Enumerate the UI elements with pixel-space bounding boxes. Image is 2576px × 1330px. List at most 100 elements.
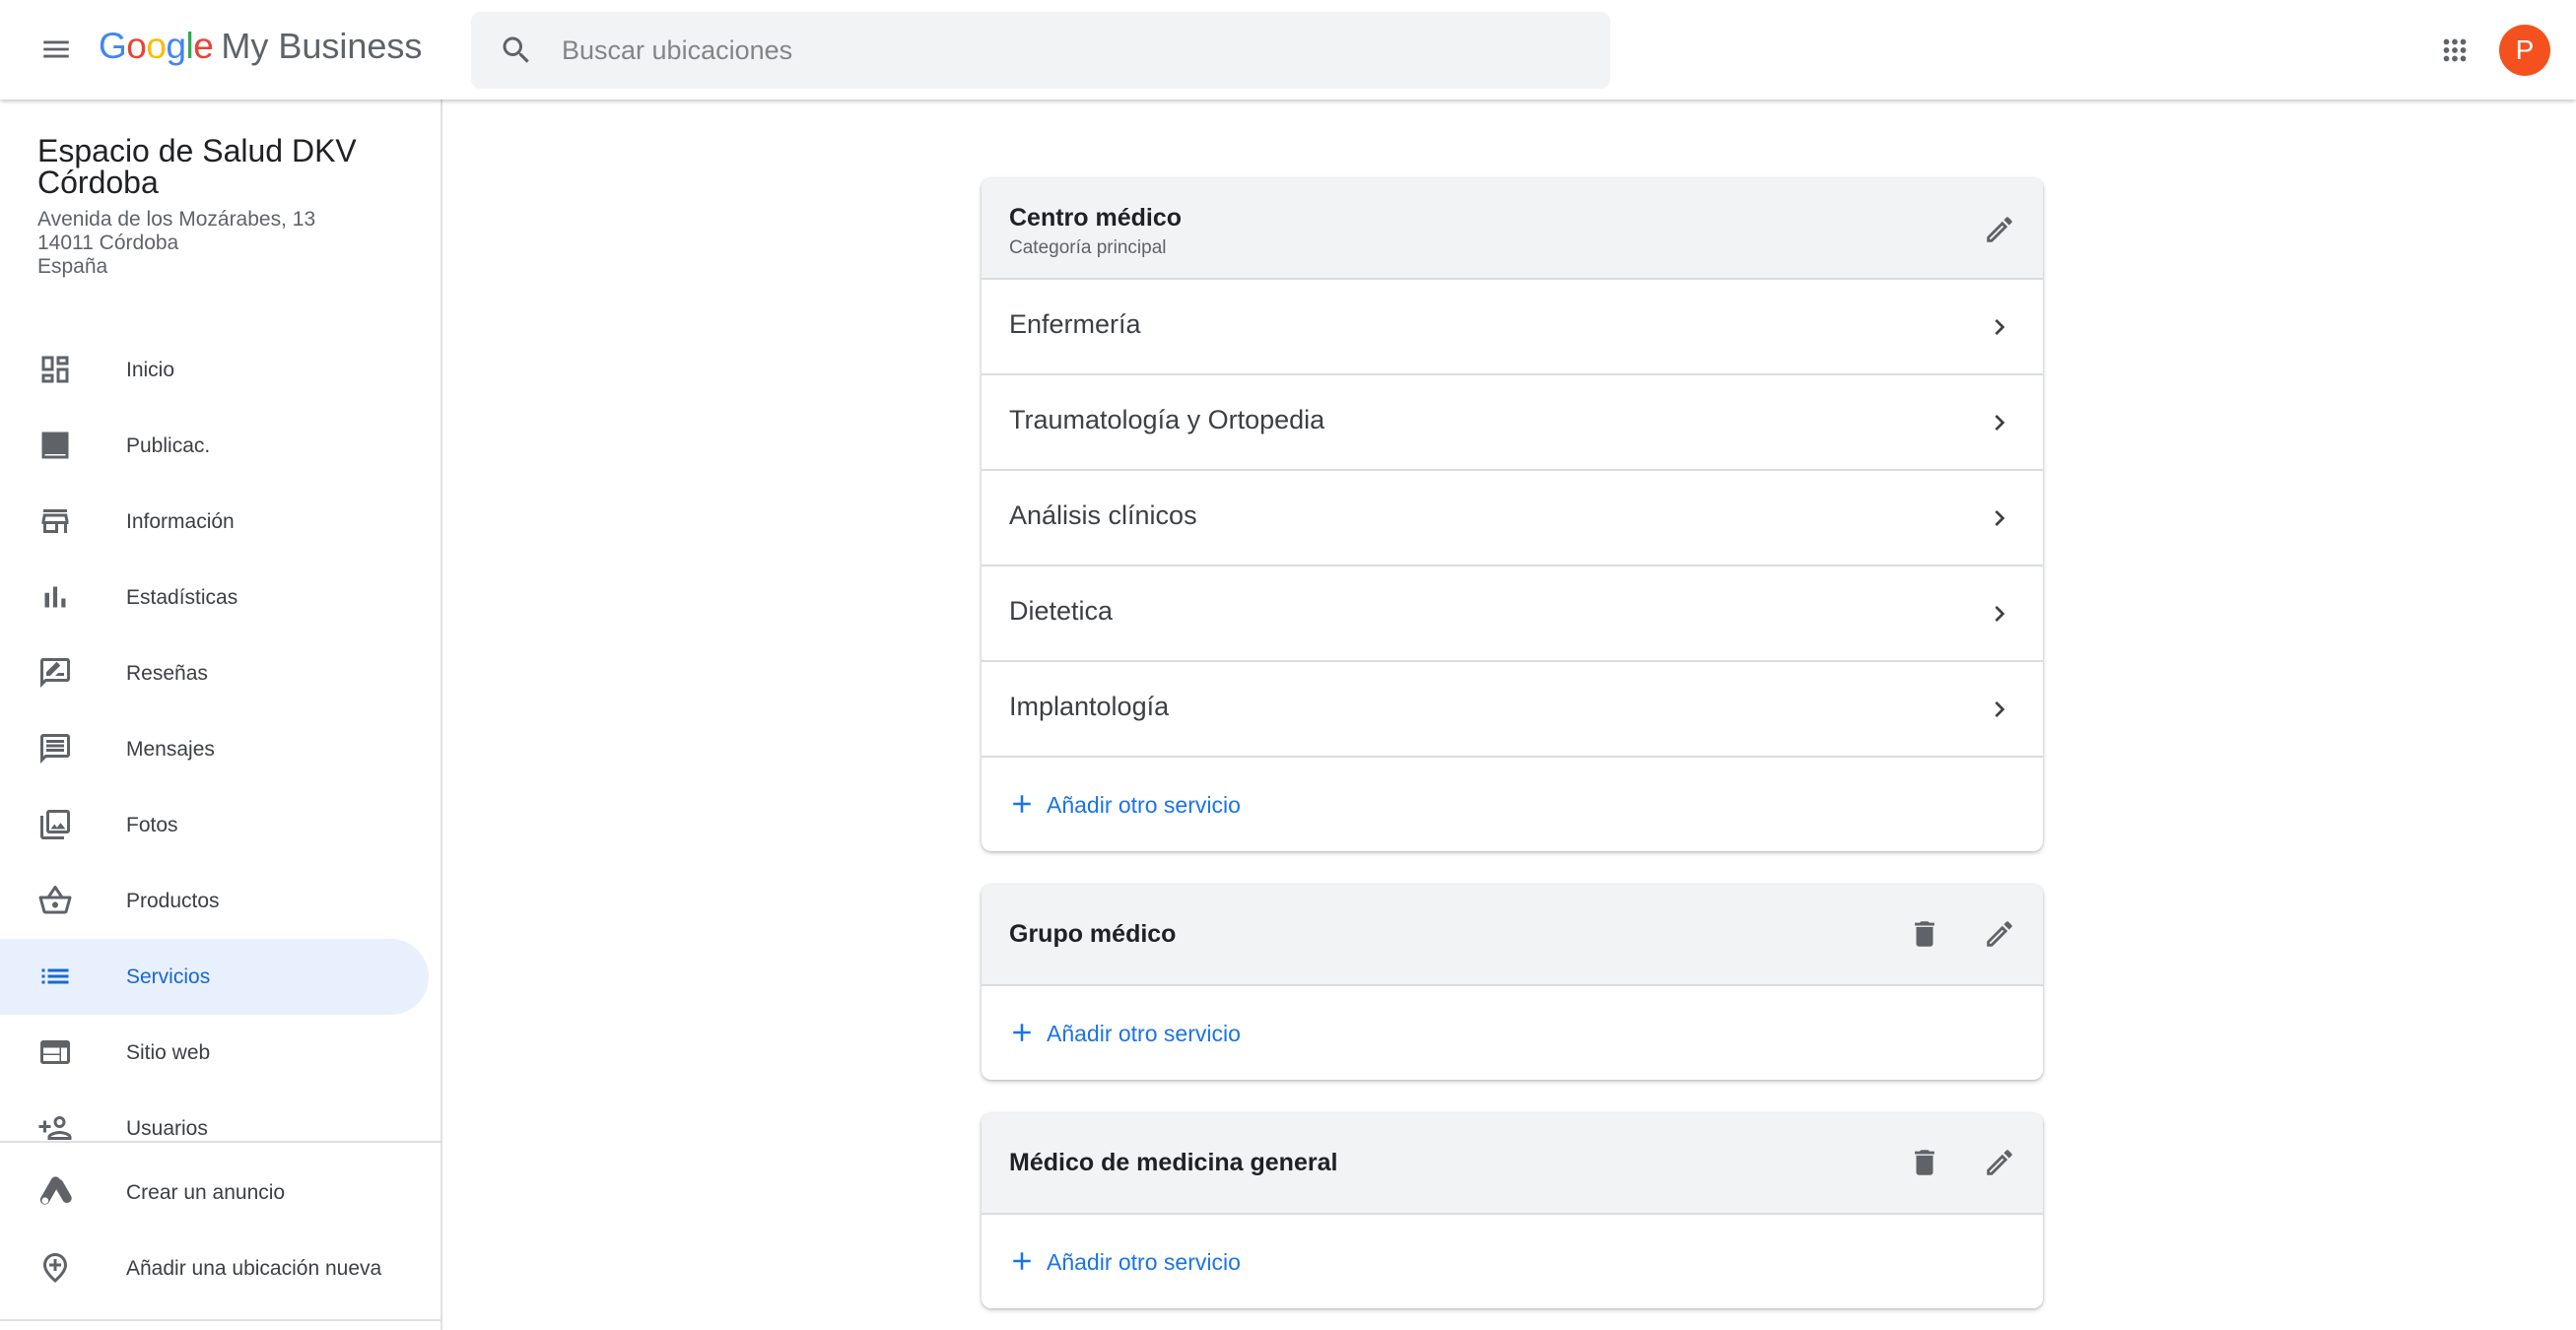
sidebar-item-label: Información [126,509,235,533]
sidebar-item-label: Sitio web [126,1040,211,1064]
category-header: Grupo médico [982,885,2043,986]
chevron-right-icon [1995,701,2005,717]
sidebar-item-label: Fotos [126,813,178,836]
chevron-right-icon [1995,415,2005,431]
edit-category-button[interactable] [1978,208,2021,251]
plus-icon [1013,1024,1031,1041]
main-content: Centro médico Categoría principal Enferm… [444,100,2576,1330]
message-icon [40,734,70,764]
sidebar-item-label: Crear un anuncio [126,1180,286,1204]
sidebar-item-informacion[interactable]: Información [0,484,429,560]
account-avatar[interactable]: P [2499,25,2550,76]
sidebar-item-anadir-ubicacion[interactable]: Añadir una ubicación nueva [0,1230,429,1306]
add-service-label: Añadir otro servicio [1047,1249,1241,1275]
search-bar [471,12,1610,89]
sidebar-item-label: Reseñas [126,661,208,685]
category-title: Centro médico [1009,204,1183,232]
google-wordmark: Google [99,26,214,66]
chevron-right-icon [1995,319,2005,335]
top-app-bar: Google My Business P [0,0,2576,100]
add-service-button[interactable]: Añadir otro servicio [982,1215,2043,1308]
sidebar-item-sitio-web[interactable]: Sitio web [0,1015,429,1091]
service-row[interactable]: Traumatología y Ortopedia [982,375,2043,471]
category-card-grupo-medico: Grupo médico Añadir otro servicio [982,885,2043,1080]
business-name: Espacio de Salud DKV Córdoba [37,133,357,200]
plus-icon [1013,795,1031,813]
delete-category-button[interactable] [1903,912,1946,956]
basket-icon [38,885,72,914]
trash-icon [1915,921,1934,947]
service-label: Dietetica [1009,596,1114,626]
sidebar-item-label: Añadir una ubicación nueva [126,1256,382,1280]
category-title: Grupo médico [1009,920,1177,948]
product-name: My Business [221,26,423,66]
service-label: Análisis clínicos [1009,500,1197,530]
chevron-right-icon [1995,510,2005,526]
main-menu-button[interactable] [30,23,83,76]
search-icon[interactable] [499,33,534,68]
sidebar: Espacio de Salud DKV Córdoba Avenida de … [0,100,442,1330]
search-input[interactable] [562,12,1587,89]
sidebar-divider [0,1319,442,1321]
sidebar-secondary-nav: Crear un anuncio Añadir una ubicación nu… [0,1155,442,1306]
sidebar-divider [0,1141,442,1143]
category-card-centro-medico: Centro médico Categoría principal Enferm… [982,178,2043,851]
sidebar-item-label: Servicios [126,964,211,988]
service-row[interactable]: Implantología [982,662,2043,758]
add-service-label: Añadir otro servicio [1047,792,1241,818]
sidebar-item-label: Usuarios [126,1116,208,1140]
sidebar-item-inicio[interactable]: Inicio [0,332,429,408]
service-row[interactable]: Enfermería [982,280,2043,375]
sidebar-item-label: Estadísticas [126,585,238,609]
sidebar-item-mensajes[interactable]: Mensajes [0,711,429,787]
plus-icon [1013,1252,1031,1270]
business-address: Avenida de los Mozárabes, 13 14011 Córdo… [37,208,315,279]
sidebar-item-servicios[interactable]: Servicios [0,939,429,1015]
address-line: España [37,255,108,278]
web-icon [40,1040,70,1064]
address-line: Avenida de los Mozárabes, 13 [37,208,316,231]
google-ads-icon [39,1176,72,1205]
storefront-icon [41,509,69,533]
service-label: Implantología [1009,692,1170,721]
google-apps-button[interactable] [2430,26,2479,75]
google-my-business-logo[interactable]: Google My Business [99,26,422,75]
sidebar-item-label: Publicac. [126,433,211,457]
edit-pencil-icon [1987,921,2012,947]
service-label: Enfermería [1009,309,1141,339]
sidebar-item-estadisticas[interactable]: Estadísticas [0,560,429,635]
posts-icon [41,432,69,459]
edit-pencil-icon [1987,1150,2012,1175]
sidebar-item-publicaciones[interactable]: Publicac. [0,408,429,484]
edit-category-button[interactable] [1978,1141,2021,1184]
hamburger-menu-icon [43,40,69,58]
trash-icon [1915,1150,1934,1175]
category-title: Médico de medicina general [1009,1149,1338,1176]
sidebar-item-label: Inicio [126,358,175,381]
category-header: Médico de medicina general [982,1113,2043,1215]
list-icon [41,968,69,984]
add-service-button[interactable]: Añadir otro servicio [982,986,2043,1080]
rate-review-icon [40,658,70,688]
category-header: Centro médico Categoría principal [982,178,2043,280]
address-line: 14011 Córdoba [37,232,179,254]
add-location-icon [43,1253,67,1283]
category-card-medicina-general: Médico de medicina general Añadir otro s… [982,1113,2043,1308]
service-row[interactable]: Análisis clínicos [982,471,2043,566]
delete-category-button[interactable] [1903,1141,1946,1184]
apps-grid-icon [2443,38,2467,62]
service-row[interactable]: Dietetica [982,566,2043,662]
bar-chart-icon [44,586,66,608]
sidebar-nav: Inicio Publicac. Información Estadística… [0,332,442,1166]
sidebar-item-label: Mensajes [126,737,215,761]
sidebar-item-crear-anuncio[interactable]: Crear un anuncio [0,1155,429,1230]
sidebar-item-resenas[interactable]: Reseñas [0,635,429,711]
sidebar-item-productos[interactable]: Productos [0,863,429,939]
photo-library-icon [40,810,70,839]
add-service-button[interactable]: Añadir otro servicio [982,758,2043,851]
chevron-right-icon [1995,606,2005,622]
sidebar-item-fotos[interactable]: Fotos [0,787,429,863]
edit-pencil-icon [1987,217,2012,242]
edit-category-button[interactable] [1978,912,2021,956]
service-label: Traumatología y Ortopedia [1009,405,1325,434]
